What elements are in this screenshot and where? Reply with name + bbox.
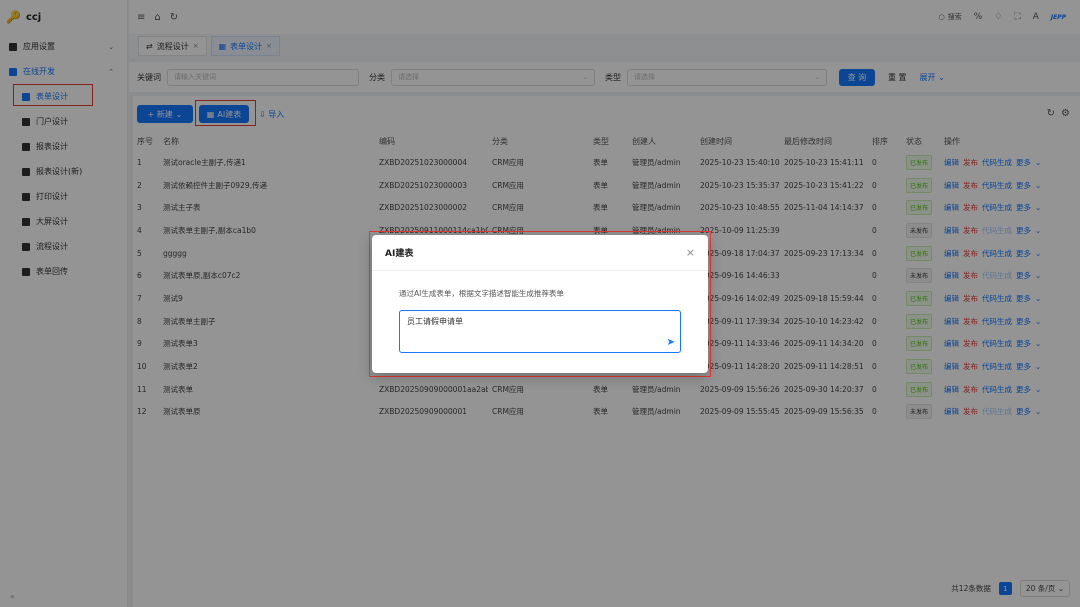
prompt-text: 员工请假申请单 <box>407 317 463 326</box>
dialog-header: AI建表 × <box>372 235 708 271</box>
dialog-description: 通过AI生成表单，根据文字描述智能生成推荐表单 <box>399 289 564 298</box>
close-icon[interactable]: × <box>686 246 695 259</box>
send-icon[interactable]: ➤ <box>667 337 675 348</box>
ai-create-table-dialog: AI建表 × 通过AI生成表单，根据文字描述智能生成推荐表单 员工请假申请单 ➤ <box>372 235 708 373</box>
dialog-title: AI建表 <box>385 249 414 259</box>
ai-prompt-input[interactable]: 员工请假申请单 ➤ <box>399 310 681 353</box>
